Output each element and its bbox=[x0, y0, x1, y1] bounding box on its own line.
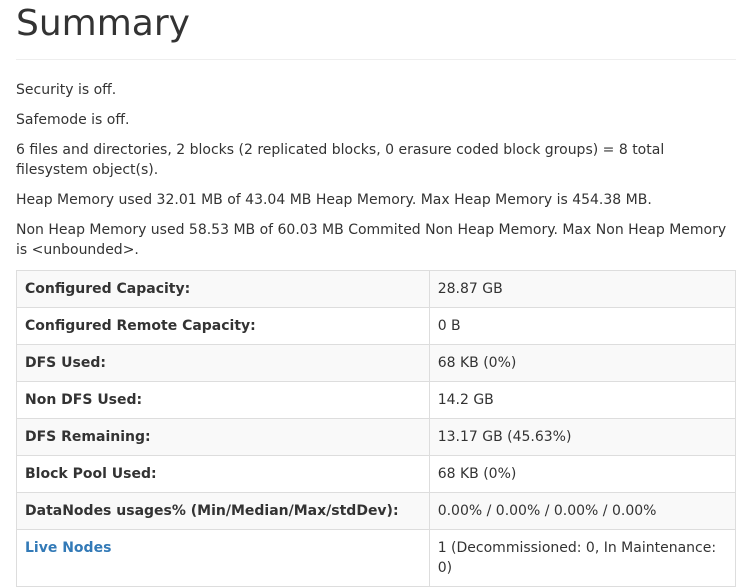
safemode-status: Safemode is off. bbox=[16, 112, 130, 128]
row-value: 13.17 GB (45.63%) bbox=[428, 418, 737, 456]
table-row: DFS Remaining: 13.17 GB (45.63%) bbox=[16, 418, 737, 456]
row-label: DataNodes usages% (Min/Median/Max/stdDev… bbox=[16, 492, 430, 530]
heap-memory-text: Heap Memory used 32.01 MB of 43.04 MB He… bbox=[16, 192, 652, 208]
filesystem-objects-text: 6 files and directories, 2 blocks (2 rep… bbox=[16, 142, 665, 178]
row-value: 28.87 GB bbox=[428, 270, 737, 308]
table-row: Configured Remote Capacity: 0 B bbox=[16, 307, 737, 345]
row-label: Non DFS Used: bbox=[16, 381, 430, 419]
row-value: 14.2 GB bbox=[428, 381, 737, 419]
row-label: Configured Capacity: bbox=[16, 270, 430, 308]
table-row: Non DFS Used: 14.2 GB bbox=[16, 381, 737, 419]
row-value: 68 KB (0%) bbox=[428, 455, 737, 493]
row-value: 0 B bbox=[428, 307, 737, 345]
row-value: 1 (Decommissioned: 0, In Maintenance: 0) bbox=[428, 529, 737, 587]
table-row: DFS Used: 68 KB (0%) bbox=[16, 344, 737, 382]
table-row: Block Pool Used: 68 KB (0%) bbox=[16, 455, 737, 493]
non-heap-memory-text: Non Heap Memory used 58.53 MB of 60.03 M… bbox=[16, 222, 727, 258]
table-row: DataNodes usages% (Min/Median/Max/stdDev… bbox=[16, 492, 737, 530]
summary-paragraphs: Security is off. Safemode is off. 6 file… bbox=[16, 60, 736, 260]
live-nodes-cell: Live Nodes bbox=[16, 529, 430, 587]
table-row: Live Nodes 1 (Decommissioned: 0, In Main… bbox=[16, 529, 737, 587]
summary-page: Summary Security is off. Safemode is off… bbox=[0, 0, 751, 587]
row-label: Block Pool Used: bbox=[16, 455, 430, 493]
row-label: Configured Remote Capacity: bbox=[16, 307, 430, 345]
live-nodes-link[interactable]: Live Nodes bbox=[25, 540, 111, 556]
row-value: 68 KB (0%) bbox=[428, 344, 737, 382]
row-label: DFS Remaining: bbox=[16, 418, 430, 456]
security-status: Security is off. bbox=[16, 82, 117, 98]
page-title: Summary bbox=[16, 0, 736, 60]
summary-table: Configured Capacity: 28.87 GB Configured… bbox=[16, 270, 737, 587]
row-value: 0.00% / 0.00% / 0.00% / 0.00% bbox=[428, 492, 737, 530]
table-row: Configured Capacity: 28.87 GB bbox=[16, 270, 737, 308]
row-label: DFS Used: bbox=[16, 344, 430, 382]
